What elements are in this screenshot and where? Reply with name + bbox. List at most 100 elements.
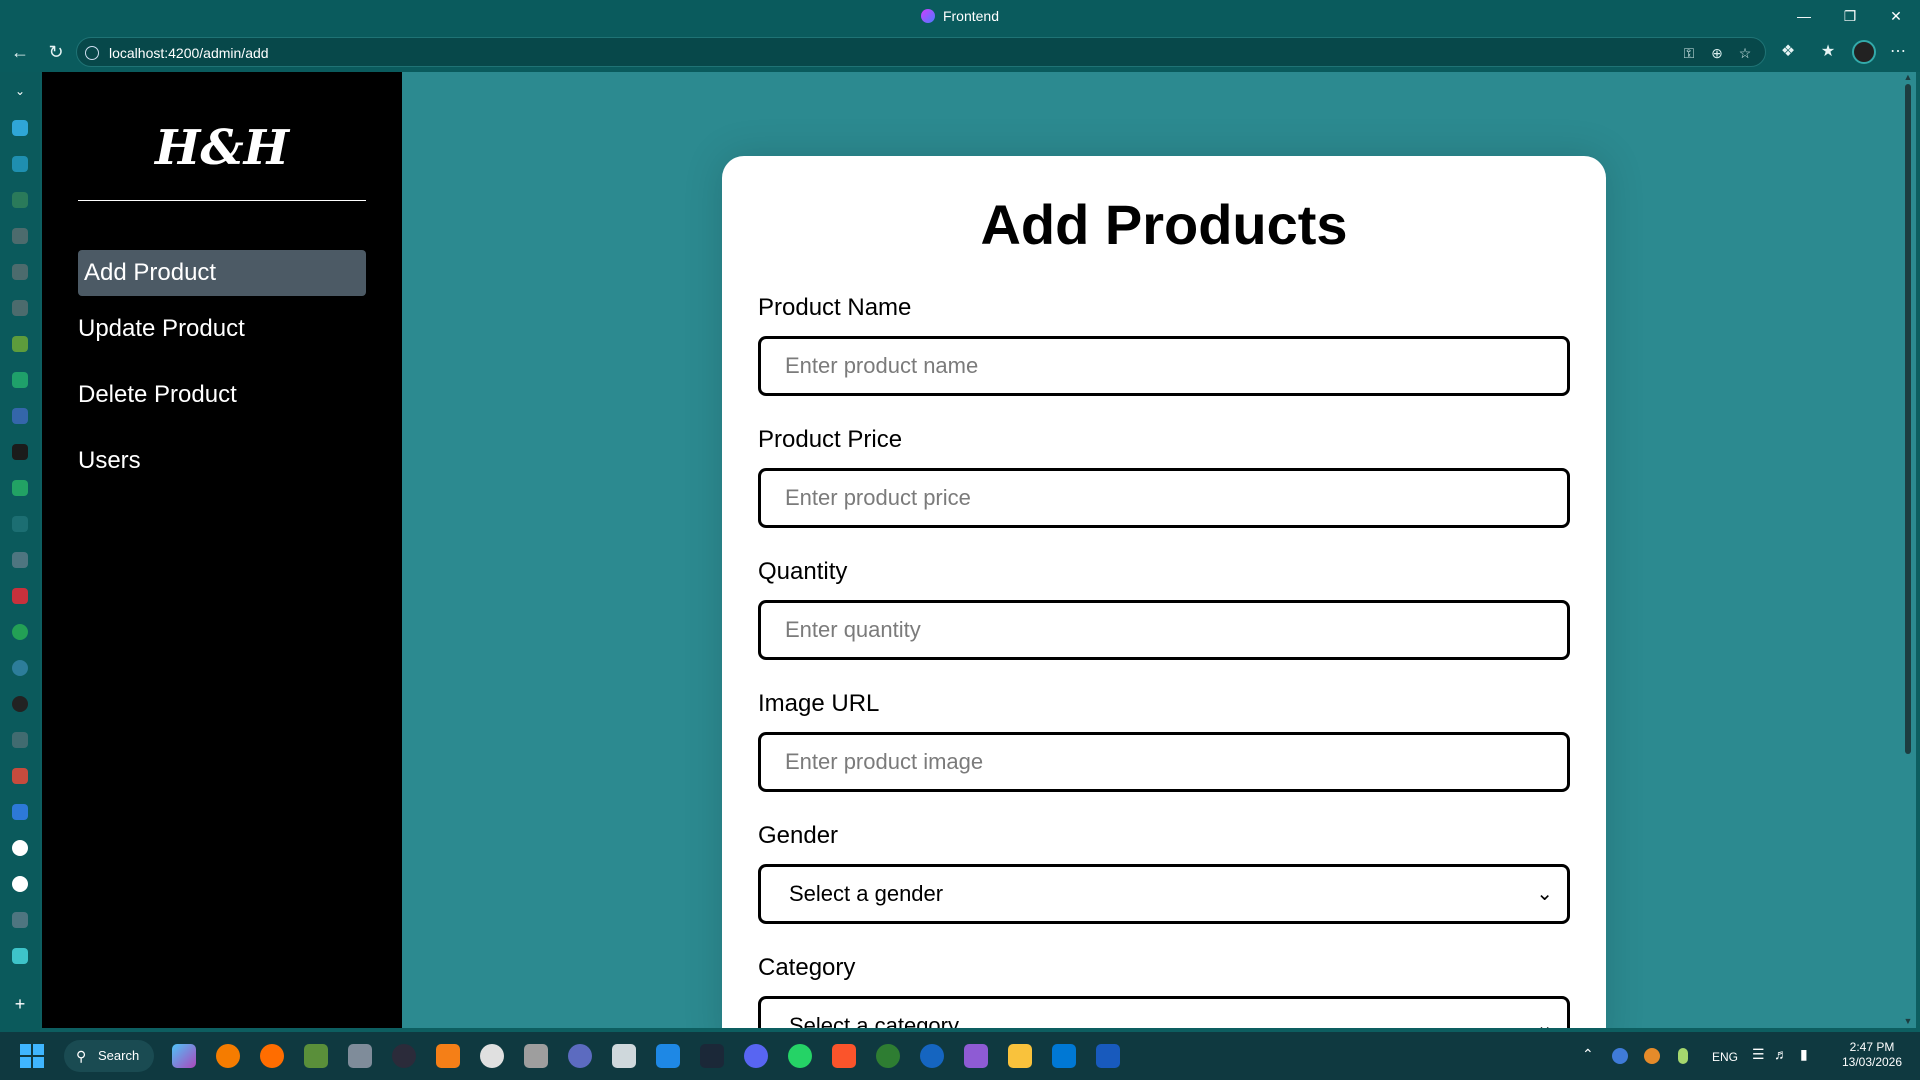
discord-icon[interactable] [744, 1044, 768, 1068]
tab-icon[interactable] [12, 624, 28, 640]
drive-icon[interactable] [12, 192, 28, 208]
tab-icon[interactable] [12, 588, 28, 604]
tab-icon[interactable] [12, 660, 28, 676]
search-app-icon[interactable] [216, 1044, 240, 1068]
window-titlebar: Frontend — ❐ ✕ [0, 0, 1920, 32]
category-select[interactable]: Select a category ⌄ [758, 996, 1570, 1028]
product-price-input[interactable] [758, 468, 1570, 528]
copilot-icon[interactable] [172, 1044, 196, 1068]
tab-icon[interactable] [12, 372, 28, 388]
back-icon[interactable]: ← [8, 40, 32, 64]
admin-sidebar: H&H Add Product Update Product Delete Pr… [42, 72, 402, 1028]
gender-select-value: Select a gender [789, 881, 944, 906]
add-icon[interactable]: + [12, 995, 28, 1013]
sidebar-item-update-product[interactable]: Update Product [78, 306, 366, 352]
search-label: Search [98, 1048, 140, 1063]
scroll-up-icon[interactable]: ▲ [1903, 72, 1913, 82]
remote-desktop-icon[interactable] [656, 1044, 680, 1068]
brave-icon[interactable] [832, 1044, 856, 1068]
site-info-icon[interactable] [85, 46, 99, 60]
tab-icon[interactable] [12, 480, 28, 496]
wifi-icon[interactable]: ☰ [1752, 1046, 1765, 1063]
qr-app-icon[interactable] [524, 1044, 548, 1068]
tray-chevron-up-icon[interactable]: ⌃ [1582, 1046, 1594, 1063]
tab-icon[interactable] [12, 300, 28, 316]
windows-start-icon[interactable] [20, 1044, 44, 1068]
url-box[interactable]: localhost:4200/admin/add ⚿ ⊕ ☆ [76, 37, 1766, 67]
gender-select[interactable]: Select a gender ⌄ [758, 864, 1570, 924]
restore-icon[interactable]: ❐ [1830, 4, 1870, 28]
tab-icon[interactable] [12, 264, 28, 280]
sidebar-item-users[interactable]: Users [78, 438, 366, 484]
profile-avatar[interactable] [1852, 40, 1876, 64]
microphone-icon[interactable] [1678, 1048, 1688, 1064]
github-icon[interactable] [12, 696, 28, 712]
taskbar [0, 1032, 1920, 1080]
zoom-icon[interactable]: ⊕ [1707, 43, 1727, 63]
extensions-icon[interactable]: ❖ [1776, 40, 1800, 64]
volume-icon[interactable]: ♬ [1774, 1046, 1788, 1062]
app-shortcut-icon[interactable] [12, 156, 28, 172]
steam-icon[interactable] [700, 1044, 724, 1068]
sidebar-item-add-product[interactable]: Add Product [78, 250, 366, 296]
add-product-form-card: Add Products Product Name Product Price … [722, 156, 1606, 1028]
chatgpt-icon[interactable] [480, 1044, 504, 1068]
sidebar-item-delete-product[interactable]: Delete Product [78, 372, 366, 418]
tab-icon[interactable] [12, 444, 28, 460]
favorites-icon[interactable]: ★ [1816, 40, 1840, 64]
active-tab-icon[interactable] [12, 948, 28, 964]
tab-icon[interactable] [12, 912, 28, 928]
battery-icon[interactable]: ▮ [1800, 1046, 1808, 1063]
tab-icon[interactable] [12, 804, 28, 820]
soundcloud-icon[interactable] [260, 1044, 284, 1068]
clock-date: 13/03/2026 [1841, 1055, 1903, 1069]
copilot-icon[interactable] [12, 120, 28, 136]
tab-icon[interactable] [12, 228, 28, 244]
whatsapp-icon[interactable] [788, 1044, 812, 1068]
category-label: Category [758, 954, 856, 981]
key-icon[interactable]: ⚿ [1679, 43, 1699, 63]
tab-icon[interactable] [12, 732, 28, 748]
taskbar-search[interactable]: ⚲ Search [64, 1040, 154, 1072]
teams-icon[interactable] [568, 1044, 592, 1068]
nvidia-icon[interactable] [304, 1044, 328, 1068]
scrollbar-thumb[interactable] [1905, 84, 1911, 754]
calculator-icon[interactable] [348, 1044, 372, 1068]
media-player-icon[interactable] [392, 1044, 416, 1068]
address-bar: ← ↻ localhost:4200/admin/add ⚿ ⊕ ☆ ❖ ★ ⋯ [0, 32, 1920, 72]
google-icon[interactable] [12, 876, 28, 892]
product-name-input[interactable] [758, 336, 1570, 396]
tray-app-icon[interactable] [1612, 1048, 1628, 1064]
page-scrollbar[interactable]: ▲ ▼ [1900, 72, 1916, 1028]
edge-icon[interactable] [920, 1044, 944, 1068]
more-menu-icon[interactable]: ⋯ [1886, 40, 1910, 64]
google-icon[interactable] [12, 840, 28, 856]
vlc-icon[interactable] [436, 1044, 460, 1068]
favorite-star-icon[interactable]: ☆ [1735, 43, 1755, 63]
tab-icon[interactable] [12, 336, 28, 352]
scroll-down-icon[interactable]: ▼ [1903, 1016, 1913, 1026]
image-url-input[interactable] [758, 732, 1570, 792]
word-icon[interactable] [1096, 1044, 1120, 1068]
reload-icon[interactable]: ↻ [44, 40, 68, 64]
close-icon[interactable]: ✕ [1876, 4, 1916, 28]
frontend-app-icon[interactable] [964, 1044, 988, 1068]
chevron-down-icon: ⌄ [1536, 1015, 1553, 1028]
tab-icon[interactable] [12, 516, 28, 532]
brand-logo: H&H [154, 120, 290, 176]
quantity-input[interactable] [758, 600, 1570, 660]
url-text[interactable]: localhost:4200/admin/add [109, 45, 269, 61]
tab-icon[interactable] [12, 408, 28, 424]
language-indicator[interactable]: ENG [1712, 1050, 1738, 1064]
category-select-value: Select a category [789, 1013, 959, 1028]
minimize-icon[interactable]: — [1784, 4, 1824, 28]
app-icon[interactable] [876, 1044, 900, 1068]
chat-app-icon[interactable] [612, 1044, 636, 1068]
gmail-icon[interactable] [12, 768, 28, 784]
tray-sync-icon[interactable] [1644, 1048, 1660, 1064]
chevron-down-icon[interactable]: ⌄ [12, 84, 28, 100]
taskbar-clock[interactable]: 2:47 PM 13/03/2026 [1830, 1040, 1914, 1070]
vscode-icon[interactable] [1052, 1044, 1076, 1068]
file-explorer-icon[interactable] [1008, 1044, 1032, 1068]
tab-icon[interactable] [12, 552, 28, 568]
